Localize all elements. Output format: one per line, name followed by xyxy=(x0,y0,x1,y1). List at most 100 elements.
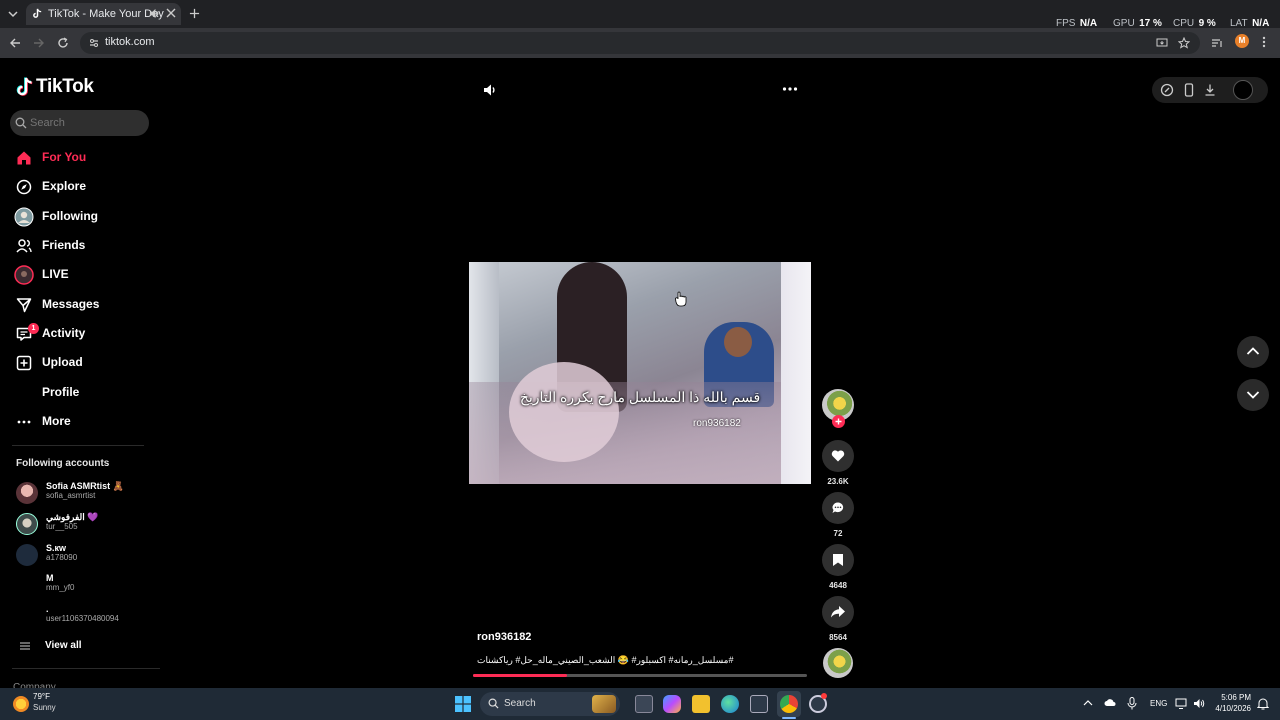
weather-sun-icon[interactable] xyxy=(13,696,29,712)
tab-close-icon[interactable] xyxy=(166,8,176,18)
tiktok-logo-icon[interactable] xyxy=(16,77,34,97)
following-account[interactable]: Sofia ASMRtist 🧸 sofia_asmrtist xyxy=(16,480,156,508)
file-explorer-icon[interactable] xyxy=(692,695,710,713)
language-indicator[interactable]: ENG xyxy=(1150,699,1167,708)
following-accounts-title: Following accounts xyxy=(16,458,110,469)
nav-profile[interactable]: Profile xyxy=(14,381,154,405)
taskbar-search[interactable]: Search xyxy=(480,692,620,716)
speaker-icon[interactable] xyxy=(149,8,160,19)
bookmark-star-icon[interactable] xyxy=(1178,37,1190,49)
video-author[interactable]: ron936182 xyxy=(477,631,531,643)
following-avatar-icon xyxy=(14,207,34,227)
nav-upload[interactable]: Upload xyxy=(14,351,154,375)
weather-description[interactable]: Sunny xyxy=(33,703,56,712)
following-account[interactable]: . user1106370480094 xyxy=(16,603,156,631)
share-button[interactable] xyxy=(822,596,854,628)
account-username: sofia_asmrtist xyxy=(46,491,96,500)
tiktok-logo-text[interactable]: TikTok xyxy=(36,76,94,98)
top-right-toolbar xyxy=(1152,77,1268,103)
task-view-icon[interactable] xyxy=(635,695,653,713)
clock-time[interactable]: 5:06 PM xyxy=(1221,693,1251,702)
chrome-icon[interactable] xyxy=(780,695,798,713)
more-options-icon[interactable] xyxy=(782,86,798,92)
download-icon[interactable] xyxy=(1203,83,1217,97)
video-progress-bar[interactable] xyxy=(473,674,807,677)
edge-icon[interactable] xyxy=(721,695,739,713)
avatar xyxy=(16,544,38,566)
upload-icon xyxy=(16,355,32,371)
browser-tab-bar: TikTok - Make Your Day FPS N/A GPU 17 % … xyxy=(0,0,1280,29)
copilot-icon[interactable] xyxy=(663,695,681,713)
store-icon[interactable] xyxy=(750,695,768,713)
clock-date[interactable]: 4/10/2026 xyxy=(1208,704,1251,713)
avatar xyxy=(16,574,38,596)
nav-live[interactable]: LIVE xyxy=(14,263,154,287)
nav-more[interactable]: More xyxy=(14,410,154,434)
nav-label: Explore xyxy=(42,179,87,193)
nav-following[interactable]: Following xyxy=(14,205,154,229)
share-count: 8564 xyxy=(829,633,847,642)
activity-badge: 1 xyxy=(28,323,39,334)
save-button[interactable] xyxy=(822,544,854,576)
following-account[interactable]: الفرفوشي 💜 tur__505 xyxy=(16,511,156,539)
comment-count: 72 xyxy=(833,529,843,538)
like-button[interactable] xyxy=(822,440,854,472)
nav-for-you[interactable]: For You xyxy=(14,146,154,170)
account-name: M xyxy=(46,573,54,583)
back-icon[interactable] xyxy=(9,37,21,49)
account-username: mm_yf0 xyxy=(46,583,75,592)
search-input[interactable] xyxy=(30,113,140,133)
chevron-up-icon xyxy=(1246,346,1260,356)
microphone-icon[interactable] xyxy=(1127,697,1137,710)
video-figure-head xyxy=(724,327,752,357)
video-player[interactable]: قسم بالله ذا المسلسل مارح يكرره التاريخ … xyxy=(469,262,811,484)
comment-icon xyxy=(831,501,845,515)
forward-icon[interactable] xyxy=(33,37,45,49)
search-box[interactable] xyxy=(10,110,149,136)
weather-temperature[interactable]: 79°F xyxy=(33,692,50,701)
mobile-app-icon[interactable] xyxy=(1182,83,1196,97)
view-all-link[interactable]: View all xyxy=(16,638,156,654)
tab-search-icon[interactable] xyxy=(6,7,20,21)
nav-messages[interactable]: Messages xyxy=(14,293,154,317)
browser-tab[interactable]: TikTok - Make Your Day xyxy=(26,3,181,25)
windows-start-icon[interactable] xyxy=(455,696,471,712)
share-arrow-icon xyxy=(830,605,846,619)
video-description: مسلسل_رمانه# اكسبلور# 😂 الشعب_الصيني_مال… xyxy=(477,655,734,665)
previous-video-button[interactable] xyxy=(1237,336,1269,368)
onedrive-icon[interactable] xyxy=(1104,698,1116,708)
video-progress-fill xyxy=(473,674,567,677)
nav-explore[interactable]: Explore xyxy=(14,175,154,199)
site-settings-icon[interactable] xyxy=(88,37,100,49)
reading-list-icon[interactable] xyxy=(1211,37,1223,49)
tray-chevron-up-icon[interactable] xyxy=(1083,699,1093,707)
messages-icon xyxy=(16,297,32,313)
volume-tray-icon[interactable] xyxy=(1193,698,1205,709)
user-avatar[interactable] xyxy=(1233,80,1253,100)
account-username: a178090 xyxy=(46,553,78,562)
nav-friends[interactable]: Friends xyxy=(14,234,154,258)
following-account[interactable]: S.кw a178090 xyxy=(16,542,156,570)
nav-activity[interactable]: 1 Activity xyxy=(14,322,154,346)
music-disc-avatar[interactable] xyxy=(823,648,853,678)
tiktok-favicon-icon xyxy=(32,8,43,19)
profile-avatar[interactable]: M xyxy=(1235,34,1249,48)
network-icon[interactable] xyxy=(1175,698,1187,709)
coins-icon[interactable] xyxy=(1160,83,1174,97)
next-video-button[interactable] xyxy=(1237,379,1269,411)
follow-plus-icon[interactable] xyxy=(832,415,845,428)
nav-label: For You xyxy=(42,150,87,164)
volume-icon[interactable] xyxy=(482,82,498,98)
new-tab-icon[interactable] xyxy=(189,8,200,19)
video-doorframe xyxy=(781,262,811,484)
comment-button[interactable] xyxy=(822,492,854,524)
nav-label: LIVE xyxy=(42,267,69,281)
browser-menu-icon[interactable] xyxy=(1262,36,1266,48)
following-account[interactable]: M mm_yf0 xyxy=(16,572,156,600)
notification-bell-icon[interactable] xyxy=(1257,697,1269,710)
reload-icon[interactable] xyxy=(57,37,69,49)
search-highlight-icon xyxy=(592,695,616,713)
install-app-icon[interactable] xyxy=(1156,37,1168,49)
video-figure-foreground xyxy=(509,362,619,462)
address-bar[interactable]: tiktok.com xyxy=(80,32,1200,54)
